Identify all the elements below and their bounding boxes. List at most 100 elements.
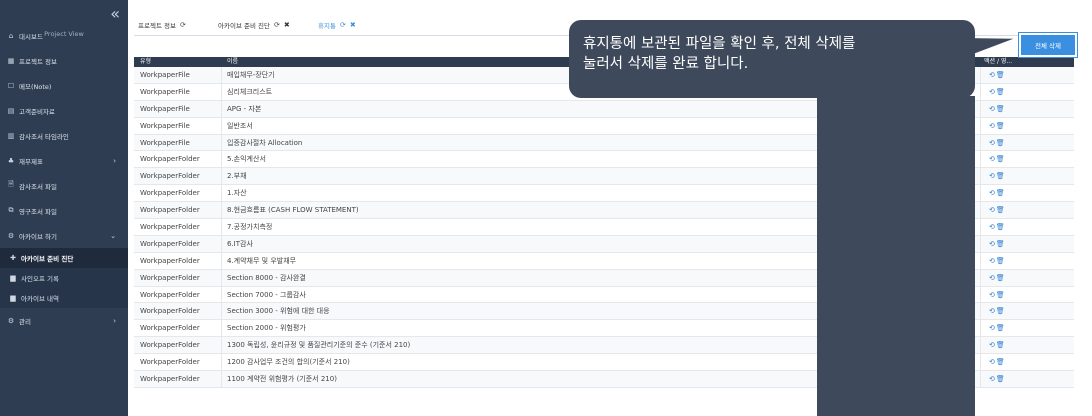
refresh-icon[interactable]: ⟳ bbox=[274, 21, 280, 29]
restore-delete-icons[interactable]: ⟲🗑 bbox=[989, 354, 1006, 370]
sidebar-item-label: 메모(Note) bbox=[19, 82, 52, 91]
column-divider bbox=[221, 134, 222, 152]
restore-delete-icons[interactable]: ⟲🗑 bbox=[989, 320, 1006, 336]
restore-delete-icons[interactable]: ⟲🗑 bbox=[989, 303, 1006, 319]
sidebar-item-label: 대시보드 bbox=[19, 32, 43, 41]
collapse-sidebar-icon[interactable]: « bbox=[110, 6, 120, 22]
restore-delete-icons[interactable]: ⟲🗑 bbox=[989, 253, 1006, 269]
close-icon[interactable]: ✖ bbox=[350, 21, 356, 29]
column-divider bbox=[221, 354, 222, 372]
sidebar-item-timeline[interactable]: ▥ 감사조서 타임라인 bbox=[0, 123, 128, 148]
cell-type: WorkpaperFolder bbox=[140, 223, 200, 232]
sidebar: « Project View ⌂ 대시보드 ▦ 프로젝트 정보 ☐ 메모(Not… bbox=[0, 0, 128, 416]
restore-delete-icons[interactable]: ⟲🗑 bbox=[989, 118, 1006, 134]
cell-type: WorkpaperFile bbox=[140, 138, 190, 147]
delete-all-button[interactable]: 전체 삭제 bbox=[1018, 32, 1078, 58]
restore-delete-icons[interactable]: ⟲🗑 bbox=[989, 151, 1006, 167]
column-header-name[interactable]: 이름 bbox=[227, 57, 238, 67]
cell-name: Section 7000 - 그룹감사 bbox=[227, 290, 306, 299]
sidebar-item-financial-statements[interactable]: ♣ 재무제표 › bbox=[0, 148, 128, 173]
sidebar-item-archive-history[interactable]: ▆ 아카이브 내역 bbox=[0, 288, 128, 308]
column-divider bbox=[221, 252, 222, 270]
restore-delete-icons[interactable]: ⟲🗑 bbox=[989, 337, 1006, 353]
restore-delete-icons[interactable]: ⟲🗑 bbox=[989, 236, 1006, 252]
restore-delete-icons[interactable]: ⟲🗑 bbox=[989, 101, 1006, 117]
calendar-icon: ▥ bbox=[7, 131, 15, 140]
sidebar-item-archive[interactable]: ⚙ 아카이브 하기 ⌄ bbox=[0, 223, 128, 248]
column-divider bbox=[221, 151, 222, 169]
cell-type: WorkpaperFile bbox=[140, 71, 190, 79]
restore-delete-icons[interactable]: ⟲🗑 bbox=[989, 84, 1006, 100]
cell-type: WorkpaperFile bbox=[140, 87, 190, 96]
gear-icon: ⚙ bbox=[7, 231, 15, 240]
refresh-icon[interactable]: ⟳ bbox=[180, 21, 186, 29]
cell-type: WorkpaperFolder bbox=[140, 256, 200, 265]
sidebar-item-label: 아카이브 내역 bbox=[21, 295, 59, 303]
sidebar-item-label: 아카이브 하기 bbox=[19, 232, 57, 241]
cell-type: WorkpaperFolder bbox=[140, 189, 200, 198]
table-icon: ▦ bbox=[7, 56, 15, 65]
column-divider bbox=[980, 286, 981, 304]
sidebar-item-label: 영구조서 파일 bbox=[19, 207, 57, 216]
cell-name: 5.손익계산서 bbox=[227, 155, 266, 164]
sidebar-item-memo[interactable]: ☐ 메모(Note) bbox=[0, 73, 128, 98]
cell-type: WorkpaperFile bbox=[140, 121, 190, 130]
archive-submenu: ✚ 아카이브 준비 진단 ▆ 사인오프 기록 ▆ 아카이브 내역 bbox=[0, 248, 128, 308]
file-icon: 🗎 bbox=[8, 180, 14, 188]
column-divider bbox=[980, 219, 981, 237]
restore-delete-icons[interactable]: ⟲🗑 bbox=[989, 371, 1006, 387]
sidebar-item-permanent-files[interactable]: ⧉ 영구조서 파일 bbox=[0, 198, 128, 223]
cell-name: 입증감사절차 Allocation bbox=[227, 138, 303, 147]
sidebar-item-project-info[interactable]: ▦ 프로젝트 정보 bbox=[0, 48, 128, 73]
cell-name: 1300 독립성, 윤리규정 및 품질관리기준의 준수 (기준서 210) bbox=[227, 341, 411, 350]
sidebar-item-client-materials[interactable]: ▤ 고객준비자료 bbox=[0, 98, 128, 123]
sidebar-item-label: 재무제표 bbox=[19, 157, 43, 166]
tab-trash[interactable]: 휴지통 ⟳ ✖ bbox=[318, 20, 356, 30]
sidebar-item-archive-diagnosis[interactable]: ✚ 아카이브 준비 진단 bbox=[0, 248, 128, 268]
cell-name: 8.현금흐름표 (CASH FLOW STATEMENT) bbox=[227, 206, 359, 215]
restore-delete-icons[interactable]: ⟲🗑 bbox=[989, 219, 1006, 235]
column-header-actions: 액션 / 영... bbox=[984, 58, 1013, 65]
sidebar-item-dashboard[interactable]: ⌂ 대시보드 bbox=[0, 23, 128, 48]
column-divider bbox=[221, 100, 222, 118]
restore-delete-icons[interactable]: ⟲🗑 bbox=[989, 287, 1006, 303]
cell-name: APG - 자본 bbox=[227, 104, 262, 113]
callout-overlay-stem bbox=[817, 96, 975, 416]
cell-name: 매입채무-장단기 bbox=[227, 71, 275, 79]
cell-name: 1200 감사업무 조건의 합의(기준서 210) bbox=[227, 358, 350, 367]
close-icon[interactable]: ✖ bbox=[284, 21, 290, 29]
restore-delete-icons[interactable]: ⟲🗑 bbox=[989, 270, 1006, 286]
column-divider bbox=[980, 83, 981, 101]
tab-project-info[interactable]: 프로젝트 정보 ⟳ bbox=[138, 20, 186, 30]
column-divider bbox=[221, 286, 222, 304]
column-divider bbox=[221, 67, 222, 84]
tab-label: 아카이브 준비 진단 bbox=[218, 22, 270, 30]
tab-archive-diagnosis[interactable]: 아카이브 준비 진단 ⟳ ✖ bbox=[218, 20, 290, 30]
column-divider bbox=[221, 371, 222, 389]
restore-delete-icons[interactable]: ⟲🗑 bbox=[989, 67, 1006, 83]
cell-name: Section 8000 - 감사완결 bbox=[227, 273, 306, 282]
stethoscope-icon: ✚ bbox=[10, 254, 16, 262]
cell-name: 일반조서 bbox=[227, 121, 253, 130]
column-header-type[interactable]: 유형 bbox=[140, 57, 151, 67]
cell-name: 심리체크리스트 bbox=[227, 87, 273, 96]
gear-icon: ⚙ bbox=[7, 316, 15, 325]
house-icon: ⌂ bbox=[8, 31, 14, 40]
sidebar-item-signoff-history[interactable]: ▆ 사인오프 기록 bbox=[0, 268, 128, 288]
refresh-icon[interactable]: ⟳ bbox=[340, 21, 346, 29]
chevron-right-icon: › bbox=[113, 316, 116, 325]
cell-type: WorkpaperFolder bbox=[140, 358, 200, 367]
restore-delete-icons[interactable]: ⟲🗑 bbox=[989, 202, 1006, 218]
cell-type: WorkpaperFile bbox=[140, 104, 190, 113]
restore-delete-icons[interactable]: ⟲🗑 bbox=[989, 135, 1006, 151]
cell-name: 1100 계약전 위험평가 (기준서 210) bbox=[227, 375, 337, 384]
column-divider bbox=[980, 320, 981, 338]
cell-name: 1.자산 bbox=[227, 189, 247, 198]
cell-name: Section 2000 - 위험평가 bbox=[227, 324, 306, 333]
restore-delete-icons[interactable]: ⟲🗑 bbox=[989, 185, 1006, 201]
sidebar-item-admin[interactable]: ⚙ 관리 › bbox=[0, 308, 128, 333]
column-divider bbox=[221, 337, 222, 355]
cell-name: 6.IT감사 bbox=[227, 239, 253, 248]
restore-delete-icons[interactable]: ⟲🗑 bbox=[989, 168, 1006, 184]
sidebar-item-audit-files[interactable]: 🗎 감사조서 파일 bbox=[0, 173, 128, 198]
